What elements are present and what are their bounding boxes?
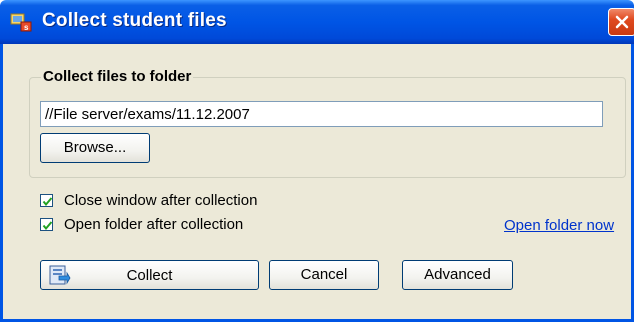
folder-path-input[interactable] [40,101,603,127]
window-title: Collect student files [42,10,227,31]
cancel-button[interactable]: Cancel [269,260,379,290]
close-button[interactable] [608,8,634,36]
close-window-label: Close window after collection [64,192,258,209]
dialog-body: Collect files to folder Browse... Close … [0,44,634,322]
browse-button[interactable]: Browse... [40,133,150,163]
open-folder-checkbox[interactable] [40,218,53,231]
open-folder-now-link[interactable]: Open folder now [504,217,614,234]
app-icon: s [10,12,32,32]
advanced-button[interactable]: Advanced [402,260,513,290]
collect-button[interactable]: Collect [40,260,259,290]
collect-dialog: s Collect student files Collect files to… [0,0,634,322]
collect-label: Collect [126,267,173,284]
svg-text:s: s [24,23,29,32]
folder-group-label: Collect files to folder [41,68,194,85]
close-icon [615,15,629,29]
folder-groupbox: Collect files to folder Browse... [29,68,626,178]
checkmark-icon [42,197,53,207]
open-folder-label: Open folder after collection [64,216,244,233]
close-window-checkbox[interactable] [40,194,53,207]
checkmark-icon [42,221,53,231]
title-bar[interactable]: s Collect student files [0,0,634,44]
